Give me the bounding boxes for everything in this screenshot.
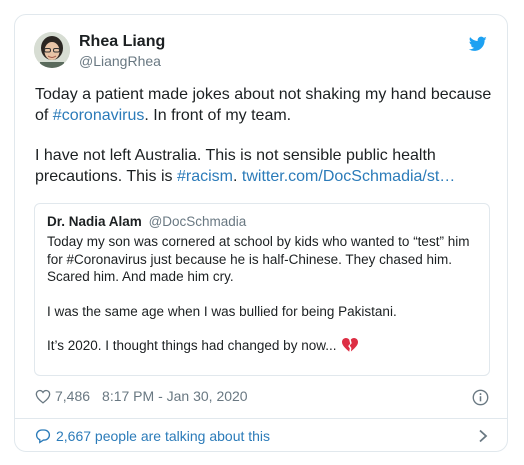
conversation-count-text: 2,667 people are talking about this (56, 428, 271, 444)
tweet-text-segment: . In front of my team. (144, 106, 292, 124)
quoted-author-name: Dr. Nadia Alam (47, 214, 142, 229)
quoted-paragraph-3-text: It’s 2020. I thought things had changed … (47, 338, 337, 353)
twitter-bird-icon[interactable] (469, 36, 487, 52)
embedded-tweet-card: Rhea Liang @LiangRhea Today a patient ma… (14, 14, 508, 452)
speech-bubble-icon (35, 429, 51, 444)
conversation-link[interactable]: 2,667 people are talking about this (35, 428, 270, 444)
info-icon[interactable] (472, 389, 489, 406)
divider (15, 418, 507, 419)
tweet-meta: 7,486 8:17 PM - Jan 30, 2020 (35, 388, 248, 404)
like-count[interactable]: 7,486 (55, 388, 90, 404)
quoted-paragraph-3: It’s 2020. I thought things had changed … (47, 337, 477, 355)
broken-heart-icon (342, 338, 359, 352)
quoted-paragraph-1: Today my son was cornered at school by k… (47, 234, 470, 284)
avatar-image (34, 32, 70, 68)
quoted-tweet-link[interactable]: twitter.com/DocSchmadia/st… (242, 168, 455, 185)
heart-outline-icon[interactable] (35, 389, 51, 404)
quoted-tweet[interactable]: Dr. Nadia Alam @DocSchmadia Today my son… (34, 203, 490, 376)
chevron-right-icon[interactable] (478, 429, 488, 443)
tweet-paragraph-2: I have not left Australia. This is not s… (35, 146, 495, 187)
author-name[interactable]: Rhea Liang (79, 33, 165, 51)
avatar[interactable] (34, 32, 70, 68)
tweet-paragraph-1: Today a patient made jokes about not sha… (35, 85, 495, 126)
quoted-tweet-text: Today my son was cornered at school by k… (47, 233, 477, 355)
tweet-text-segment: . (233, 167, 242, 185)
quoted-author-handle: @DocSchmadia (148, 214, 247, 229)
hashtag-racism-link[interactable]: #racism (177, 168, 233, 185)
timestamp[interactable]: 8:17 PM - Jan 30, 2020 (102, 388, 248, 404)
quoted-tweet-header: Dr. Nadia Alam @DocSchmadia (47, 214, 477, 229)
tweet-text: Today a patient made jokes about not sha… (35, 85, 495, 187)
hashtag-coronavirus-link[interactable]: #coronavirus (53, 107, 145, 124)
author-handle[interactable]: @LiangRhea (79, 53, 161, 69)
quoted-paragraph-2: I was the same age when I was bullied fo… (47, 303, 397, 319)
